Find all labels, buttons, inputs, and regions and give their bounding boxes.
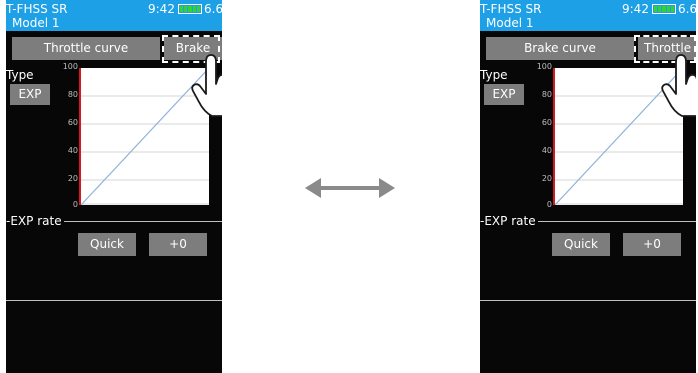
battery-icon [178, 4, 202, 14]
y-tick: 80 [541, 90, 552, 99]
exp-rate-label: EXP rate [6, 214, 64, 228]
exp-rate-value-button[interactable]: +0 [623, 233, 681, 256]
battery-icon [652, 4, 676, 14]
model-name: Model 1 [12, 16, 60, 30]
exp-rate-label: EXP rate [480, 214, 538, 228]
system-title: T-FHSS SR [480, 2, 542, 16]
clock: 9:42 [148, 2, 175, 16]
type-label: Type [480, 68, 508, 82]
section-divider [480, 300, 696, 301]
hand-pointer-icon [661, 54, 696, 117]
type-exp-button[interactable]: EXP [484, 84, 524, 105]
quick-button[interactable]: Quick [78, 233, 136, 256]
left-screen: T-FHSS SR Model 1 9:42 6.6V Throttle cur… [6, 0, 222, 373]
double-arrow-icon [305, 178, 395, 198]
quick-button[interactable]: Quick [552, 233, 610, 256]
y-tick: 40 [541, 146, 552, 155]
status-bar: T-FHSS SR Model 1 9:42 6.6V [480, 0, 696, 31]
y-tick: 80 [67, 90, 78, 99]
hand-pointer-icon [191, 54, 222, 117]
model-name: Model 1 [486, 16, 534, 30]
brake-curve-tab[interactable]: Brake curve [486, 37, 634, 60]
y-tick: 60 [67, 118, 78, 127]
section-divider [6, 300, 222, 301]
system-title: T-FHSS SR [6, 2, 68, 16]
y-tick: 20 [541, 174, 552, 183]
y-tick: 0 [72, 200, 78, 209]
right-screen: T-FHSS SR Model 1 9:42 6.6V Brake curve … [480, 0, 696, 373]
type-label: Type [6, 68, 34, 82]
type-exp-button[interactable]: EXP [10, 84, 50, 105]
y-tick: 100 [536, 62, 552, 71]
y-tick: 0 [546, 200, 552, 209]
y-tick: 60 [541, 118, 552, 127]
exp-rate-value-button[interactable]: +0 [149, 233, 207, 256]
status-bar: T-FHSS SR Model 1 9:42 6.6V [6, 0, 222, 31]
battery-voltage: 6.6V [204, 2, 222, 16]
y-tick: 40 [67, 146, 78, 155]
y-tick: 100 [62, 62, 78, 71]
y-tick: 20 [67, 174, 78, 183]
battery-voltage: 6.6V [678, 2, 696, 16]
throttle-curve-tab[interactable]: Throttle curve [12, 37, 160, 60]
clock: 9:42 [622, 2, 649, 16]
